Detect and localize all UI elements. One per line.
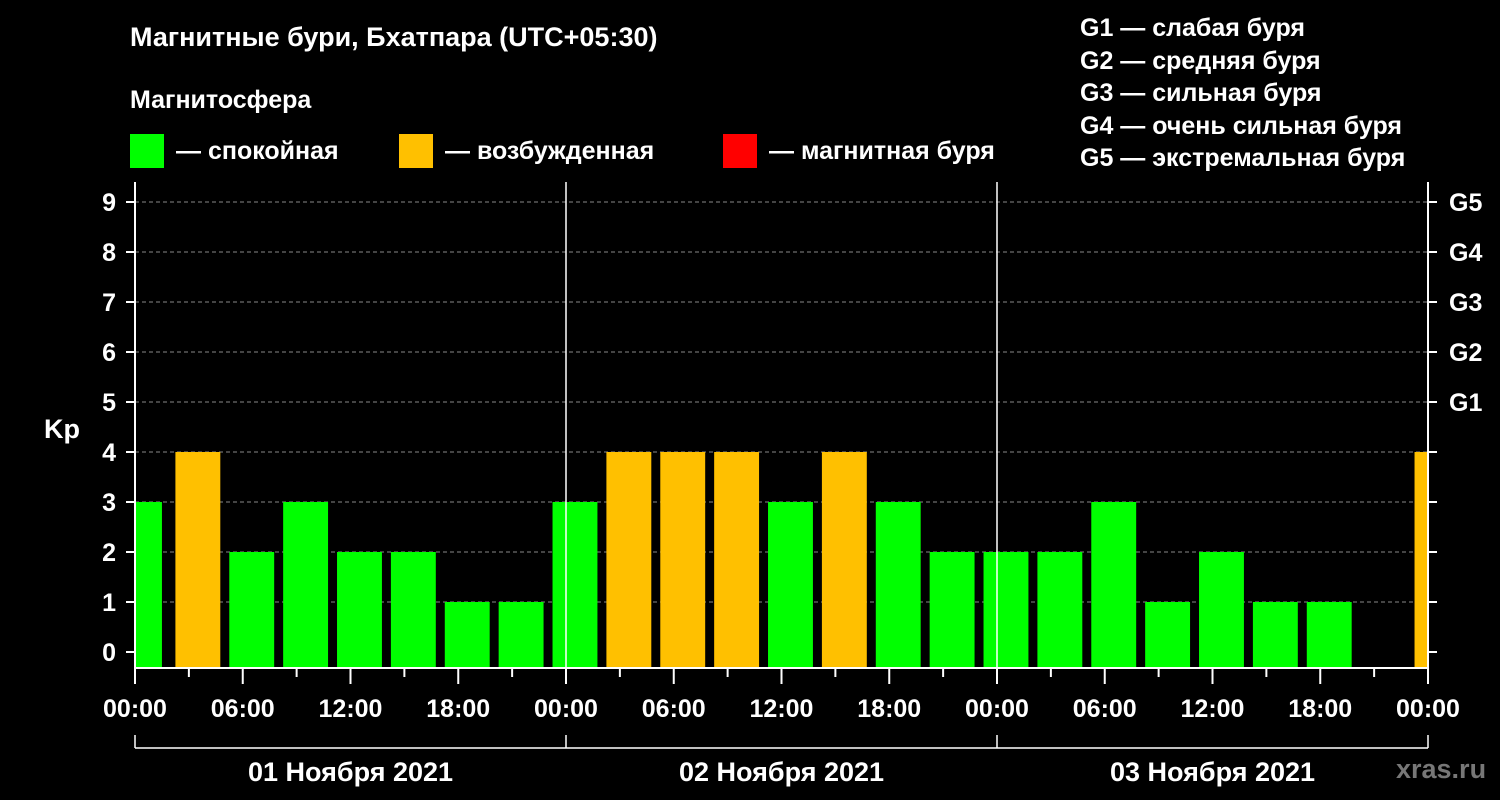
x-tick-label: 06:00 xyxy=(642,695,706,723)
y-axis-label: Kp xyxy=(44,414,80,444)
kp-bar xyxy=(875,502,921,668)
g-level-label: G4 xyxy=(1449,239,1482,267)
y-tick-label: 4 xyxy=(102,439,116,467)
kp-bar xyxy=(1037,552,1083,668)
x-tick-label: 12:00 xyxy=(319,695,383,723)
kp-bar xyxy=(337,552,382,668)
kp-bar xyxy=(714,452,760,668)
kp-bar xyxy=(660,452,706,668)
y-tick-label: 1 xyxy=(102,589,116,617)
x-tick-label: 18:00 xyxy=(1288,695,1352,723)
y-tick-label: 7 xyxy=(102,289,116,317)
kp-bar xyxy=(175,452,221,668)
kp-bar xyxy=(283,502,329,668)
x-tick-label: 18:00 xyxy=(426,695,490,723)
kp-bar xyxy=(229,552,275,668)
kp-bar xyxy=(1252,602,1298,668)
day-label: 02 Ноября 2021 xyxy=(679,757,884,787)
y-tick-label: 9 xyxy=(102,189,116,217)
kp-bar xyxy=(1091,502,1137,668)
kp-bar xyxy=(135,502,162,668)
kp-bar xyxy=(498,602,544,668)
y-tick-label: 8 xyxy=(102,239,116,267)
kp-bar xyxy=(1145,602,1191,668)
x-tick-label: 06:00 xyxy=(211,695,275,723)
day-label: 01 Ноября 2021 xyxy=(248,757,453,787)
kp-bar xyxy=(606,452,652,668)
kp-bar xyxy=(552,502,598,668)
kp-bar xyxy=(768,502,813,668)
kp-bar xyxy=(983,552,1029,668)
x-tick-label: 00:00 xyxy=(534,695,598,723)
kp-bar xyxy=(444,602,490,668)
kp-bar xyxy=(1414,452,1428,668)
day-label: 03 Ноября 2021 xyxy=(1110,757,1315,787)
g-level-label: G3 xyxy=(1449,289,1482,317)
x-tick-label: 00:00 xyxy=(103,695,167,723)
y-tick-label: 5 xyxy=(102,389,116,417)
g-level-label: G1 xyxy=(1449,389,1482,417)
g-level-label: G2 xyxy=(1449,339,1482,367)
g-level-label: G5 xyxy=(1449,189,1482,217)
x-tick-label: 06:00 xyxy=(1073,695,1137,723)
y-tick-label: 0 xyxy=(102,639,116,667)
y-tick-label: 3 xyxy=(102,489,116,517)
x-tick-label: 12:00 xyxy=(750,695,814,723)
kp-bar xyxy=(821,452,867,668)
kp-bar xyxy=(1306,602,1352,668)
x-tick-label: 12:00 xyxy=(1181,695,1245,723)
kp-bar xyxy=(390,552,436,668)
x-tick-label: 18:00 xyxy=(857,695,921,723)
y-tick-label: 6 xyxy=(102,339,116,367)
y-tick-label: 2 xyxy=(102,539,116,567)
x-tick-label: 00:00 xyxy=(965,695,1029,723)
watermark: xras.ru xyxy=(1396,754,1487,784)
x-tick-label: 00:00 xyxy=(1396,695,1460,723)
kp-bar xyxy=(929,552,975,668)
kp-bar xyxy=(1199,552,1244,668)
kp-bar-chart: 0 1 2 3 4 5 6 7 8 9 G1 G2 G3 G4 G5 Kp 00:00 06:00 12:00 18:… xyxy=(44,182,1482,787)
